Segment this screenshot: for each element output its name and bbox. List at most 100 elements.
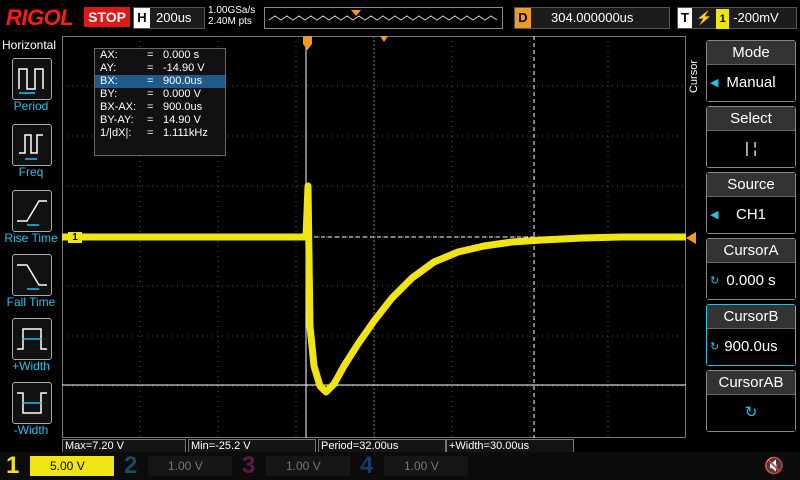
freq-label: Freq bbox=[18, 165, 44, 179]
cursor-row-name: BX: bbox=[100, 75, 118, 87]
pos-width-button[interactable] bbox=[12, 318, 52, 360]
cursor-row-name: 1/|dX|: bbox=[100, 127, 132, 139]
trigger-level-marker[interactable] bbox=[686, 232, 696, 244]
source-head: Source bbox=[707, 173, 795, 196]
pos-width-label: +Width bbox=[12, 359, 50, 373]
period-button[interactable] bbox=[12, 58, 52, 100]
cursor-row-name: BY: bbox=[100, 88, 118, 100]
channel-4-scale: 1.00 V bbox=[384, 456, 468, 476]
rise-time-button[interactable] bbox=[12, 190, 52, 232]
cursor-a-softkey[interactable]: CursorA ↻ 0.000 s bbox=[706, 238, 796, 300]
cursor-row-name: AY: bbox=[100, 62, 117, 74]
speaker-muted-icon[interactable]: 🔇 bbox=[764, 456, 784, 476]
channel-2-number: 2 bbox=[124, 452, 138, 479]
select-softkey[interactable]: Select | ¦ bbox=[706, 106, 796, 168]
cursor-ab-head: CursorAB bbox=[707, 371, 795, 394]
channel-4-number: 4 bbox=[360, 452, 374, 479]
fall-time-button[interactable] bbox=[12, 254, 52, 296]
memory-waveform-icon bbox=[268, 10, 498, 21]
freq-button[interactable] bbox=[12, 124, 52, 166]
cursor-ab-softkey[interactable]: CursorAB ↻ bbox=[706, 370, 796, 432]
channel-3-number: 3 bbox=[242, 452, 256, 479]
cursor-row-value: 0.000 s bbox=[163, 49, 200, 61]
cursor-row-name: BY-AY: bbox=[100, 114, 134, 126]
timebase-key: H bbox=[134, 8, 150, 28]
cursor-b-value: 900.0us bbox=[724, 338, 778, 355]
cursor-row-value: 900.0us bbox=[163, 101, 203, 113]
channel-3[interactable]: 3 1.00 V bbox=[236, 452, 354, 480]
timebase-display[interactable]: H 200us bbox=[133, 7, 205, 29]
meas-min[interactable]: Min=-25.2 V bbox=[188, 439, 316, 453]
channel-bar: 1 5.00 V 2 1.00 V 3 1.00 V 4 1.00 V 🔇 bbox=[0, 452, 800, 480]
mode-value: Manual bbox=[726, 74, 776, 91]
sample-rate: 1.00GSa/s bbox=[208, 5, 256, 16]
mode-value-wrap: ◀ Manual bbox=[707, 64, 795, 101]
cursor-row-by: BY: = 0.000 V bbox=[100, 88, 201, 100]
left-arrow-icon: ◀ bbox=[710, 77, 719, 89]
panel-title: Horizontal bbox=[2, 38, 57, 52]
neg-width-label: -Width bbox=[13, 423, 49, 437]
freq-icon bbox=[19, 134, 43, 160]
horizontal-measure-panel: Horizontal Period Freq Rise Time Fall Ti… bbox=[0, 36, 62, 448]
channel-4[interactable]: 4 1.00 V bbox=[354, 452, 472, 480]
cursor-row-inv-dx: 1/|dX|: = 1.111kHz bbox=[100, 127, 208, 139]
measurement-bar: Max=7.20 V Min=-25.2 V Period=32.00us +W… bbox=[62, 438, 702, 453]
run-stop-button[interactable]: STOP bbox=[84, 7, 130, 27]
fall-time-icon bbox=[17, 264, 47, 290]
meas-period[interactable]: Period=32.00us bbox=[318, 439, 446, 453]
trigger-position-marker bbox=[351, 10, 361, 16]
cursor-row-value: 900.0us bbox=[163, 75, 203, 87]
channel-1[interactable]: 1 5.00 V bbox=[0, 452, 118, 480]
period-label: Period bbox=[13, 99, 49, 113]
knob-icon: ↻ bbox=[710, 341, 720, 353]
neg-width-button[interactable] bbox=[12, 382, 52, 424]
cursor-row-value: -14.90 V bbox=[163, 62, 205, 74]
sample-info: 1.00GSa/s 2.40M pts bbox=[208, 5, 255, 27]
cursor-a-head: CursorA bbox=[707, 239, 795, 262]
delay-key: D bbox=[515, 8, 531, 28]
channel-3-scale: 1.00 V bbox=[266, 456, 350, 476]
source-value-wrap: ◀ CH1 bbox=[707, 196, 795, 233]
ch1-offset-marker[interactable]: 1 bbox=[68, 232, 82, 243]
cursor-row-bx: BX: = 900.0us bbox=[95, 75, 225, 88]
delay-display[interactable]: D 304.000000us bbox=[514, 7, 670, 29]
period-icon bbox=[18, 68, 44, 94]
trigger-level: -200mV bbox=[733, 10, 779, 25]
cursor-row-name: BX-AX: bbox=[100, 101, 137, 113]
cursor-readout-panel: AX: = 0.000 s AY: = -14.90 V BX: = 900.0us BY:… bbox=[94, 48, 226, 156]
cursor-menu-panel: Mode ◀ Manual Select | ¦ Source ◀ CH1 Curs… bbox=[700, 36, 800, 448]
cursor-row-by-ay: BY-AY: = 14.90 V bbox=[100, 114, 201, 126]
delay-value: 304.000000us bbox=[551, 10, 634, 25]
trigger-display[interactable]: T ⚡ 1 -200mV bbox=[677, 7, 797, 29]
cursor-a-value: 0.000 s bbox=[726, 272, 776, 289]
trigger-marker bbox=[303, 36, 312, 50]
mode-head: Mode bbox=[707, 41, 795, 64]
cursor-row-value: 1.111kHz bbox=[163, 127, 208, 139]
source-softkey[interactable]: Source ◀ CH1 bbox=[706, 172, 796, 234]
cursor-b-softkey[interactable]: CursorB ↻ 900.0us bbox=[706, 304, 796, 366]
source-value: CH1 bbox=[735, 206, 766, 223]
memory-position-bar[interactable] bbox=[264, 7, 503, 29]
channel-2[interactable]: 2 1.00 V bbox=[118, 452, 236, 480]
pos-width-icon bbox=[17, 328, 47, 350]
falling-edge-icon: ⚡ bbox=[696, 10, 713, 25]
cursor-b-value-wrap: ↻ 900.0us bbox=[707, 328, 795, 365]
cursor-row-ax: AX: = 0.000 s bbox=[100, 49, 200, 61]
left-arrow-icon: ◀ bbox=[710, 209, 719, 221]
trigger-channel-badge: 1 bbox=[716, 9, 730, 29]
select-head: Select bbox=[707, 107, 795, 130]
rise-time-icon bbox=[17, 200, 47, 226]
channel-1-number: 1 bbox=[6, 452, 20, 479]
rise-time-label: Rise Time bbox=[4, 231, 58, 245]
meas-pos-width[interactable]: +Width=30.00us bbox=[446, 439, 574, 453]
delay-marker bbox=[380, 36, 388, 42]
cursor-row-bx-ax: BX-AX: = 900.0us bbox=[100, 101, 203, 113]
trigger-key: T bbox=[678, 8, 692, 28]
mode-softkey[interactable]: Mode ◀ Manual bbox=[706, 40, 796, 102]
meas-max[interactable]: Max=7.20 V bbox=[62, 439, 186, 453]
neg-width-icon bbox=[17, 392, 47, 414]
timebase-value: 200us bbox=[156, 10, 192, 25]
cursor-b-head: CursorB bbox=[707, 305, 795, 328]
cursor-row-value: 0.000 V bbox=[163, 88, 201, 100]
select-value: | ¦ bbox=[707, 130, 795, 167]
